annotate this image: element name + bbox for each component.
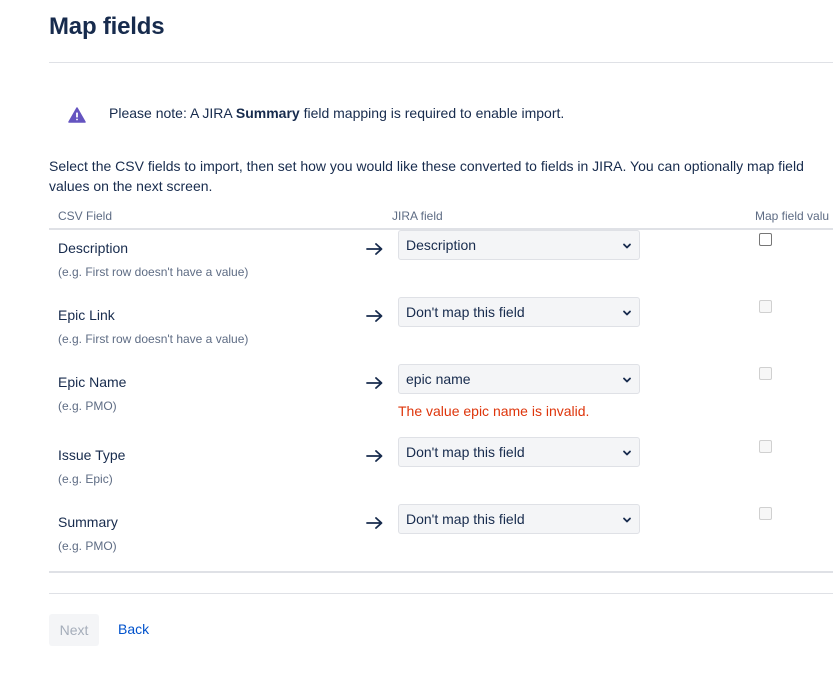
csv-field-example: (e.g. PMO) [58, 399, 117, 413]
page-title: Map fields [49, 13, 165, 40]
chevron-down-icon [623, 450, 631, 456]
jira-field-select[interactable]: epic name [398, 364, 640, 394]
actions-divider [49, 593, 833, 594]
table-row: Epic Link (e.g. First row doesn't have a… [0, 297, 833, 367]
csv-field-name: Description [58, 240, 129, 256]
csv-field-example: (e.g. First row doesn't have a value) [58, 265, 249, 279]
table-row: Description (e.g. First row doesn't have… [0, 230, 833, 300]
back-link[interactable]: Back [118, 621, 149, 637]
jira-field-select-value: epic name [406, 371, 471, 387]
jira-field-select-value: Don't map this field [406, 304, 525, 320]
arrow-right-icon [366, 377, 383, 389]
jira-field-select[interactable]: Description [398, 230, 640, 260]
map-field-values-checkbox[interactable] [759, 300, 772, 313]
column-header-jira-field: JIRA field [392, 209, 443, 223]
map-field-values-checkbox[interactable] [759, 440, 772, 453]
intro-text: Select the CSV fields to import, then se… [49, 158, 804, 194]
csv-field-name: Epic Name [58, 374, 127, 390]
column-header-map-field-values: Map field valu [755, 209, 830, 223]
summary-required-notice: Please note: A JIRA Summary field mappin… [109, 105, 565, 121]
map-field-values-checkbox[interactable] [759, 507, 772, 520]
arrow-right-icon [366, 243, 383, 255]
title-divider [49, 62, 833, 63]
field-error-message: The value epic name is invalid. [398, 403, 590, 419]
map-field-values-checkbox[interactable] [759, 233, 772, 246]
jira-field-select-value: Don't map this field [406, 511, 525, 527]
csv-field-name: Summary [58, 514, 118, 530]
chevron-down-icon [623, 243, 631, 249]
csv-field-example: (e.g. Epic) [58, 472, 113, 486]
jira-field-select[interactable]: Don't map this field [398, 297, 640, 327]
jira-field-select[interactable]: Don't map this field [398, 437, 640, 467]
csv-field-example: (e.g. PMO) [58, 539, 117, 553]
csv-field-name: Issue Type [58, 447, 126, 463]
jira-field-select-value: Description [406, 237, 477, 253]
csv-field-example: (e.g. First row doesn't have a value) [58, 332, 249, 346]
chevron-down-icon [623, 517, 631, 523]
warning-icon [68, 107, 86, 123]
table-bottom-divider [49, 571, 833, 573]
table-row: Issue Type (e.g. Epic) Don't map this fi… [0, 437, 833, 507]
chevron-down-icon [623, 377, 631, 383]
table-row: Epic Name (e.g. PMO) epic name The value… [0, 364, 833, 434]
next-button[interactable]: Next [49, 614, 99, 646]
jira-field-select-value: Don't map this field [406, 444, 525, 460]
arrow-right-icon [366, 450, 383, 462]
map-field-values-checkbox[interactable] [759, 367, 772, 380]
arrow-right-icon [366, 310, 383, 322]
jira-field-select[interactable]: Don't map this field [398, 504, 640, 534]
table-row: Summary (e.g. PMO) Don't map this field [0, 504, 833, 574]
chevron-down-icon [623, 310, 631, 316]
csv-field-name: Epic Link [58, 307, 115, 323]
arrow-right-icon [366, 517, 383, 529]
column-header-csv-field: CSV Field [58, 209, 113, 223]
